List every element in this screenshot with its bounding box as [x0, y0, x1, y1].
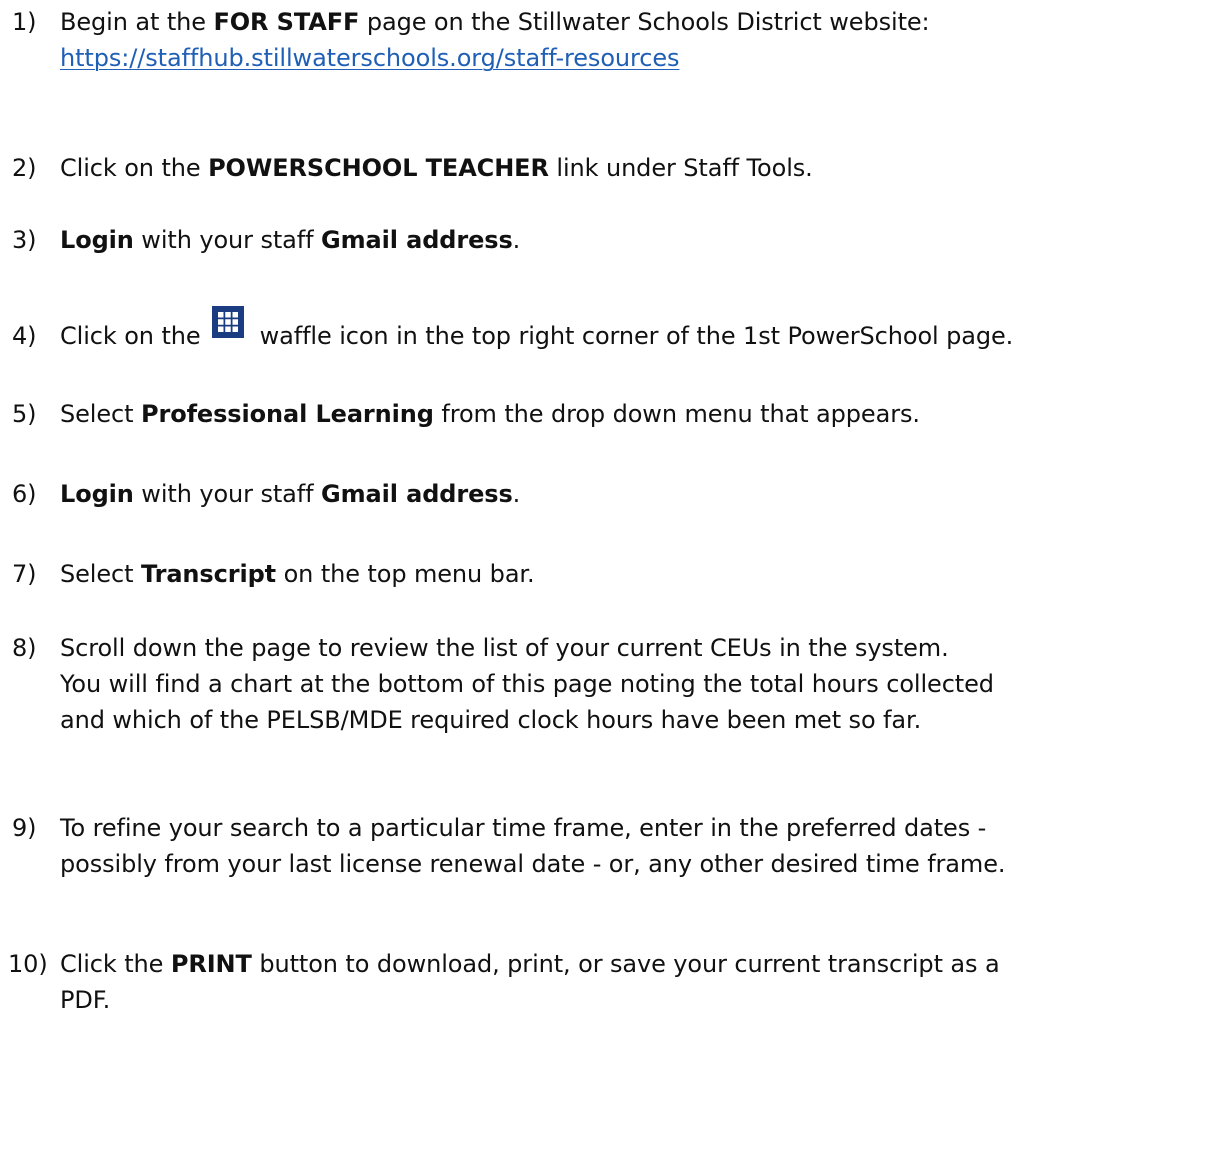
step-bold-text: Professional Learning [140, 400, 434, 428]
step-text-part: Select [60, 560, 141, 588]
step-text-line: Scroll down the page to review the list … [60, 634, 949, 662]
step-text: Login with your staff Gmail address. [60, 474, 520, 514]
step-number: 10) [8, 950, 48, 978]
step-text-part: page on the Stillwater Schools District … [359, 8, 930, 36]
step-text-part: button to download, print, or save your … [251, 950, 1000, 978]
step-text-line: You will find a chart at the bottom of t… [60, 670, 994, 698]
step-text-part: Click on the [60, 322, 209, 350]
step-number: 3) [12, 226, 37, 254]
step-bold-text: Transcript [140, 560, 277, 588]
step-link-line: https://staffhub.stillwaterschools.org/s… [60, 38, 680, 78]
step-bold-text: Gmail address [321, 226, 513, 254]
step-text-part: Begin at the [60, 8, 214, 36]
step-number: 9) [12, 814, 37, 842]
step-number: 1) [12, 8, 37, 36]
step-bold-text: Gmail address [321, 480, 513, 508]
step-text-line: possibly from your last license renewal … [60, 850, 1006, 878]
step-bold-text: Login [60, 480, 134, 508]
step-text-part: waffle icon in the top right corner of t… [252, 322, 1014, 350]
step-bold-text: PRINT [170, 950, 252, 978]
step-number: 5) [12, 400, 37, 428]
step-text: Click on the waffle icon in the top righ… [60, 306, 1014, 356]
instructions-document: 1) Begin at the FOR STAFF page on the St… [0, 0, 1210, 1168]
step-number: 6) [12, 480, 37, 508]
step-number: 2) [12, 154, 37, 182]
step-text-part: . [512, 480, 521, 508]
step-text-part: Click on the [60, 154, 209, 182]
step-text: Select Transcript on the top menu bar. [60, 554, 535, 594]
step-bold-text: Login [60, 226, 134, 254]
step-text: Click on the POWERSCHOOL TEACHER link un… [60, 148, 813, 188]
step-text-part: Click the [60, 950, 171, 978]
waffle-icon [212, 306, 245, 338]
step-bold-text: FOR STAFF [213, 8, 360, 36]
step-text-part: on the top menu bar. [276, 560, 535, 588]
step-number: 7) [12, 560, 37, 588]
step-text: Login with your staff Gmail address. [60, 220, 520, 260]
step-text-part: with your staff [133, 480, 321, 508]
step-text-part: . [512, 226, 521, 254]
step-text-line: PDF. [60, 986, 111, 1014]
step-text-part: Select [60, 400, 141, 428]
step-text: Select Professional Learning from the dr… [60, 394, 920, 434]
step-text: Begin at the FOR STAFF page on the Still… [60, 2, 930, 42]
step-text-part: with your staff [133, 226, 321, 254]
step-text: Click the PRINT button to download, prin… [60, 944, 1000, 984]
step-text-part: link under Staff Tools. [548, 154, 813, 182]
step-number: 8) [12, 634, 37, 662]
step-text-part: from the drop down menu that appears. [433, 400, 920, 428]
staff-resources-link[interactable]: https://staffhub.stillwaterschools.org/s… [60, 44, 680, 72]
step-text-line: and which of the PELSB/MDE required cloc… [60, 706, 922, 734]
step-number: 4) [12, 322, 37, 350]
step-text-line: To refine your search to a particular ti… [60, 814, 987, 842]
step-bold-text: POWERSCHOOL TEACHER [208, 154, 549, 182]
